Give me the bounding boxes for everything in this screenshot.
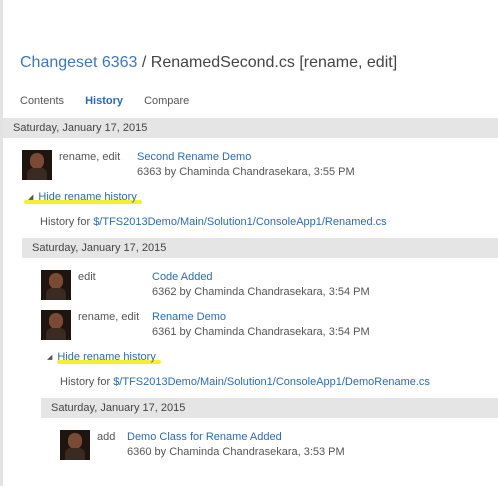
page-title: Changeset 6363 / RenamedSecond.cs [renam… [20,54,397,72]
changeset-link[interactable]: Changeset 6363 [20,54,137,71]
changeset-title-link[interactable]: Code Added [152,271,213,283]
history-prefix: History for [60,376,114,388]
changeset-title-link[interactable]: Second Rename Demo [137,151,251,163]
changeset-title-link[interactable]: Rename Demo [152,311,226,323]
tab-history[interactable]: History [85,95,123,107]
toggle-label: Hide rename history [57,351,156,363]
change-type: edit [78,271,96,283]
collapse-triangle-icon: ◢ [47,354,53,361]
avatar [22,150,52,180]
history-for-label: History for $/TFS2013Demo/Main/Solution1… [40,216,387,228]
hide-rename-history-toggle[interactable]: ◢ Hide rename history [47,351,156,363]
history-path-link[interactable]: $/TFS2013Demo/Main/Solution1/ConsoleApp1… [93,216,387,228]
collapse-triangle-icon: ◢ [28,194,34,201]
changeset-title-link[interactable]: Demo Class for Rename Added [127,431,282,443]
date-header: Saturday, January 17, 2015 [22,238,498,258]
changeset-meta: 6360 by Chaminda Chandrasekara, 3:53 PM [127,446,345,458]
tab-bar: Contents History Compare [20,95,207,107]
date-header: Saturday, January 17, 2015 [3,118,498,138]
hide-rename-history-toggle[interactable]: ◢ Hide rename history [28,191,137,203]
changeset-meta: 6361 by Chaminda Chandrasekara, 3:54 PM [152,326,370,338]
toggle-label: Hide rename history [38,191,137,203]
change-type: add [97,431,116,443]
history-for-label: History for $/TFS2013Demo/Main/Solution1… [60,376,430,388]
changeset-meta: 6363 by Chaminda Chandrasekara, 3:55 PM [137,166,355,178]
history-path-link[interactable]: $/TFS2013Demo/Main/Solution1/ConsoleApp1… [113,376,430,388]
history-prefix: History for [40,216,94,228]
changeset-meta: 6362 by Chaminda Chandrasekara, 3:54 PM [152,286,370,298]
date-header: Saturday, January 17, 2015 [41,398,498,418]
change-type: rename, edit [78,311,140,323]
tab-compare[interactable]: Compare [144,95,189,107]
title-separator: / [137,54,151,71]
avatar [60,430,90,460]
change-type: rename, edit [59,151,121,163]
tab-contents[interactable]: Contents [20,95,64,107]
file-title: RenamedSecond.cs [rename, edit] [150,54,398,71]
avatar [41,270,71,300]
left-border [0,0,3,486]
avatar [41,310,71,340]
